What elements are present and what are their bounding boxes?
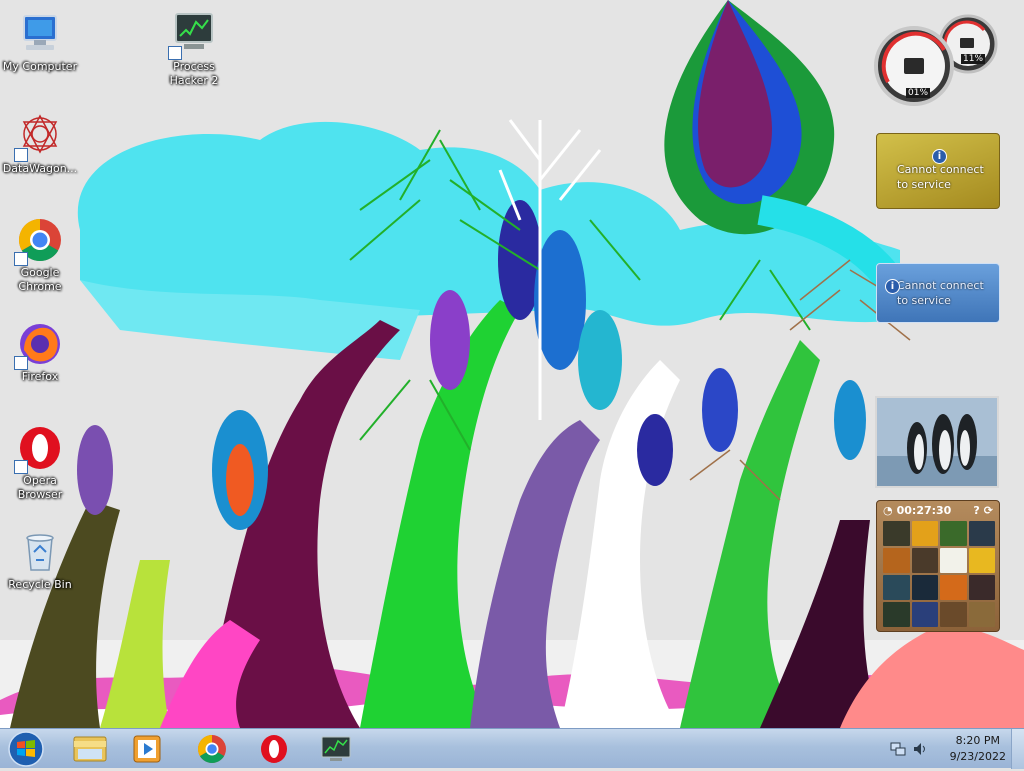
clock-date: 9/23/2022 <box>949 750 1006 763</box>
puzzle-tile[interactable] <box>911 521 938 546</box>
desktop-icon-firefox[interactable]: Firefox <box>0 320 80 384</box>
clock-time: 8:20 PM <box>955 734 1000 747</box>
puzzle-tile[interactable] <box>968 575 995 600</box>
desktop-icon-label: My Computer <box>2 60 78 73</box>
desktop-icon-label: Recycle Bin <box>8 578 72 591</box>
chrome-icon <box>198 735 226 763</box>
windows-explorer-icon <box>73 736 107 762</box>
recycle-bin-icon <box>16 528 64 576</box>
shortcut-arrow-icon <box>168 46 182 60</box>
puzzle-grid[interactable] <box>883 521 995 627</box>
desktop-icon-opera[interactable]: Opera Browser <box>0 424 80 502</box>
shortcut-arrow-icon <box>14 148 28 162</box>
puzzle-tile[interactable] <box>940 575 967 600</box>
puzzle-header: ◔ 00:27:30 ? ⟳ <box>877 501 999 519</box>
taskbar-process-hacker[interactable] <box>310 731 362 767</box>
firefox-icon <box>14 320 64 370</box>
shuffle-icon[interactable]: ⟳ <box>984 504 993 517</box>
weather-gadget[interactable]: i Cannot connect to service <box>876 133 1000 209</box>
chrome-icon <box>14 216 64 266</box>
volume-icon[interactable] <box>912 741 928 760</box>
desktop-icon-datawagon[interactable]: DataWagon... <box>0 112 80 176</box>
feed-status-text: Cannot connect to service <box>897 279 984 307</box>
desktop-icon-google-chrome[interactable]: Google Chrome <box>0 216 80 294</box>
opera-icon <box>14 424 64 474</box>
shortcut-arrow-icon <box>14 356 28 370</box>
penguins-photo <box>877 398 997 486</box>
desktop-wallpaper <box>0 0 1024 728</box>
puzzle-tile[interactable] <box>911 548 938 573</box>
picture-puzzle-gadget[interactable]: ◔ 00:27:30 ? ⟳ <box>876 500 1000 632</box>
help-icon[interactable]: ? <box>973 504 979 517</box>
cpu-usage-readout: 01% <box>906 88 931 98</box>
taskbar-windows-explorer[interactable] <box>64 731 116 767</box>
network-icon[interactable] <box>890 741 906 760</box>
puzzle-tile[interactable] <box>968 602 995 627</box>
media-player-icon <box>133 735 161 763</box>
desktop-icon-label: Google Chrome <box>18 266 62 293</box>
feed-headlines-gadget[interactable]: i Cannot connect to service <box>876 263 1000 323</box>
desktop-icon-label: DataWagon... <box>2 162 78 175</box>
process-hacker-icon <box>321 736 351 761</box>
info-icon: i <box>932 149 947 164</box>
info-icon: i <box>885 279 900 294</box>
computer-icon <box>16 10 64 58</box>
puzzle-tile[interactable] <box>883 575 910 600</box>
process-hacker-icon <box>168 10 218 60</box>
desktop-icon-label: Firefox <box>21 370 59 383</box>
puzzle-tile[interactable] <box>883 548 910 573</box>
ram-usage-readout: 11% <box>961 54 986 64</box>
timer-icon: ◔ <box>883 503 893 517</box>
opera-icon <box>261 735 287 763</box>
puzzle-tile[interactable] <box>883 521 910 546</box>
puzzle-tile[interactable] <box>911 602 938 627</box>
show-desktop-button[interactable] <box>1011 729 1024 769</box>
puzzle-tile[interactable] <box>911 575 938 600</box>
puzzle-tile[interactable] <box>968 521 995 546</box>
taskbar: 8:20 PM 9/23/2022 <box>0 728 1024 769</box>
start-button[interactable] <box>6 730 46 768</box>
desktop-icon-label: Process Hacker 2 <box>169 60 219 87</box>
desktop-icon-my-computer[interactable]: My Computer <box>0 10 80 74</box>
slideshow-gadget[interactable] <box>875 396 999 488</box>
taskbar-chrome[interactable] <box>186 731 238 767</box>
datawagon-icon <box>14 112 64 162</box>
desktop-icon-label: Opera Browser <box>17 474 63 501</box>
desktop-icon-process-hacker[interactable]: Process Hacker 2 <box>154 10 234 88</box>
puzzle-timer: 00:27:30 <box>896 503 952 517</box>
taskbar-media-player[interactable] <box>122 731 174 767</box>
puzzle-tile[interactable] <box>940 602 967 627</box>
clock[interactable]: 8:20 PM 9/23/2022 <box>950 733 1006 765</box>
weather-status-text: Cannot connect to service <box>897 163 984 191</box>
puzzle-tile[interactable] <box>883 602 910 627</box>
puzzle-tile[interactable] <box>940 521 967 546</box>
shortcut-arrow-icon <box>14 460 28 474</box>
system-tray: 8:20 PM 9/23/2022 <box>884 729 1024 769</box>
windows-logo-icon <box>8 731 44 767</box>
puzzle-tile[interactable] <box>940 548 967 573</box>
shortcut-arrow-icon <box>14 252 28 266</box>
taskbar-opera[interactable] <box>248 731 300 767</box>
puzzle-tile[interactable] <box>968 548 995 573</box>
cpu-meter-gadget[interactable]: 01% 11% <box>872 10 1000 106</box>
desktop-icon-recycle-bin[interactable]: Recycle Bin <box>0 528 80 592</box>
